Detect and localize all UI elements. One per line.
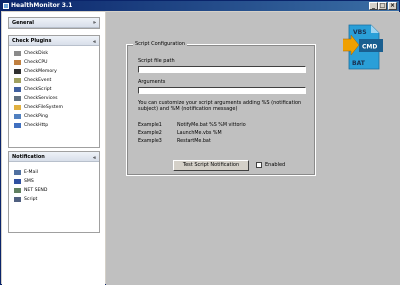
notification-item-label: E-Mail (24, 170, 38, 175)
arguments-label: Arguments (138, 79, 166, 85)
script-configuration-group: Script Configuration Script file path Ar… (126, 41, 316, 176)
general-panel: General » (8, 17, 100, 29)
example-row: Example2 LaunchMe.vbs %M (138, 131, 222, 136)
notification-item-sms[interactable]: SMS (9, 177, 99, 186)
close-button[interactable]: × (388, 2, 397, 10)
sidebar: General » Check Plugins » CheckDisk Check… (2, 12, 105, 285)
script-path-label: Script file path (138, 58, 175, 64)
group-legend: Script Configuration (133, 41, 187, 47)
example-value: NotifyMe.bat %S %M vittorio (177, 123, 246, 128)
notification-title: Notification (12, 154, 45, 160)
plugin-list: CheckDisk CheckCPU CheckMemory CheckEvent Ch… (9, 46, 99, 130)
help-text: You can customize your script arguments … (138, 100, 302, 112)
net-send-icon (14, 188, 21, 193)
notification-item-label: SMS (24, 179, 34, 184)
plugin-item-label: CheckMemory (24, 69, 57, 74)
logo-bat-text: BAT (352, 60, 366, 67)
plugin-item-checkfilesystem[interactable]: CheckFileSystem (9, 103, 99, 112)
script-icon (14, 197, 21, 202)
plugin-item-checkservices[interactable]: CheckServices (9, 94, 99, 103)
arguments-input[interactable] (138, 87, 306, 94)
chevron-down-icon[interactable]: » (93, 18, 96, 28)
plugin-item-checkevent[interactable]: CheckEvent (9, 76, 99, 85)
plugin-item-label: CheckPing (24, 114, 48, 119)
checkdisk-icon (14, 51, 21, 56)
checkfilesystem-icon (14, 105, 21, 110)
script-path-input[interactable] (138, 66, 306, 73)
enabled-label: Enabled (265, 162, 286, 168)
logo-vbs-text: VBS (353, 29, 367, 36)
app-window: HealthMonitor 3.1 _ □ × General » Check … (0, 0, 400, 285)
maximize-button[interactable]: □ (378, 2, 387, 10)
minimize-button[interactable]: _ (369, 2, 378, 10)
general-header[interactable]: General » (9, 18, 99, 28)
notification-item-script[interactable]: Script (9, 195, 99, 204)
notification-item-label: NET SEND (24, 188, 48, 193)
script-logo-icon: VBS CMD BAT (343, 24, 383, 70)
plugin-item-label: CheckCPU (24, 60, 48, 65)
notification-item-e-mail[interactable]: E-Mail (9, 168, 99, 177)
example-label: Example3 (138, 139, 162, 144)
chevron-up-icon[interactable]: » (93, 36, 96, 46)
notification-header[interactable]: Notification » (9, 152, 99, 162)
notification-item-net-send[interactable]: NET SEND (9, 186, 99, 195)
test-script-notification-button[interactable]: Test Script Notification (173, 160, 249, 171)
plugin-item-label: CheckScript (24, 87, 52, 92)
e-mail-icon (14, 170, 21, 175)
plugin-item-label: CheckServices (24, 96, 58, 101)
checkcpu-icon (14, 60, 21, 65)
checkping-icon (14, 114, 21, 119)
plugin-item-checkscript[interactable]: CheckScript (9, 85, 99, 94)
plugin-item-checkping[interactable]: CheckPing (9, 112, 99, 121)
plugin-item-label: CheckFileSystem (24, 105, 63, 110)
window-title: HealthMonitor 3.1 (11, 2, 73, 9)
notification-list: E-Mail SMS NET SEND Script (9, 162, 99, 204)
check-plugins-header[interactable]: Check Plugins » (9, 36, 99, 46)
checkhttp-icon (14, 123, 21, 128)
chevron-up-icon[interactable]: » (93, 152, 96, 162)
example-value: LaunchMe.vbs %M (177, 131, 222, 136)
checkscript-icon (14, 87, 21, 92)
plugin-item-checkcpu[interactable]: CheckCPU (9, 58, 99, 67)
title-bar[interactable]: HealthMonitor 3.1 _ □ × (1, 1, 399, 11)
app-icon (3, 3, 9, 9)
notification-panel: Notification » E-Mail SMS NET SEND Script (8, 151, 100, 233)
example-label: Example2 (138, 131, 162, 136)
plugin-item-label: CheckHttp (24, 123, 49, 128)
example-value: RestartMe.bat (177, 139, 211, 144)
example-label: Example1 (138, 123, 162, 128)
general-title: General (12, 20, 34, 26)
plugin-item-checkmemory[interactable]: CheckMemory (9, 67, 99, 76)
plugin-item-label: CheckDisk (24, 51, 48, 56)
notification-item-label: Script (24, 197, 38, 202)
example-row: Example1 NotifyMe.bat %S %M vittorio (138, 123, 246, 128)
logo-cmd-text: CMD (362, 44, 377, 51)
checkservices-icon (14, 96, 21, 101)
main-content: Script Configuration Script file path Ar… (106, 12, 400, 285)
checkmemory-icon (14, 69, 21, 74)
plugin-item-checkdisk[interactable]: CheckDisk (9, 49, 99, 58)
plugin-item-checkhttp[interactable]: CheckHttp (9, 121, 99, 130)
example-row: Example3 RestartMe.bat (138, 139, 211, 144)
plugin-item-label: CheckEvent (24, 78, 52, 83)
check-plugins-panel: Check Plugins » CheckDisk CheckCPU CheckMe… (8, 35, 100, 148)
enabled-checkbox[interactable] (256, 162, 262, 168)
sms-icon (14, 179, 21, 184)
checkevent-icon (14, 78, 21, 83)
check-plugins-title: Check Plugins (12, 38, 52, 44)
